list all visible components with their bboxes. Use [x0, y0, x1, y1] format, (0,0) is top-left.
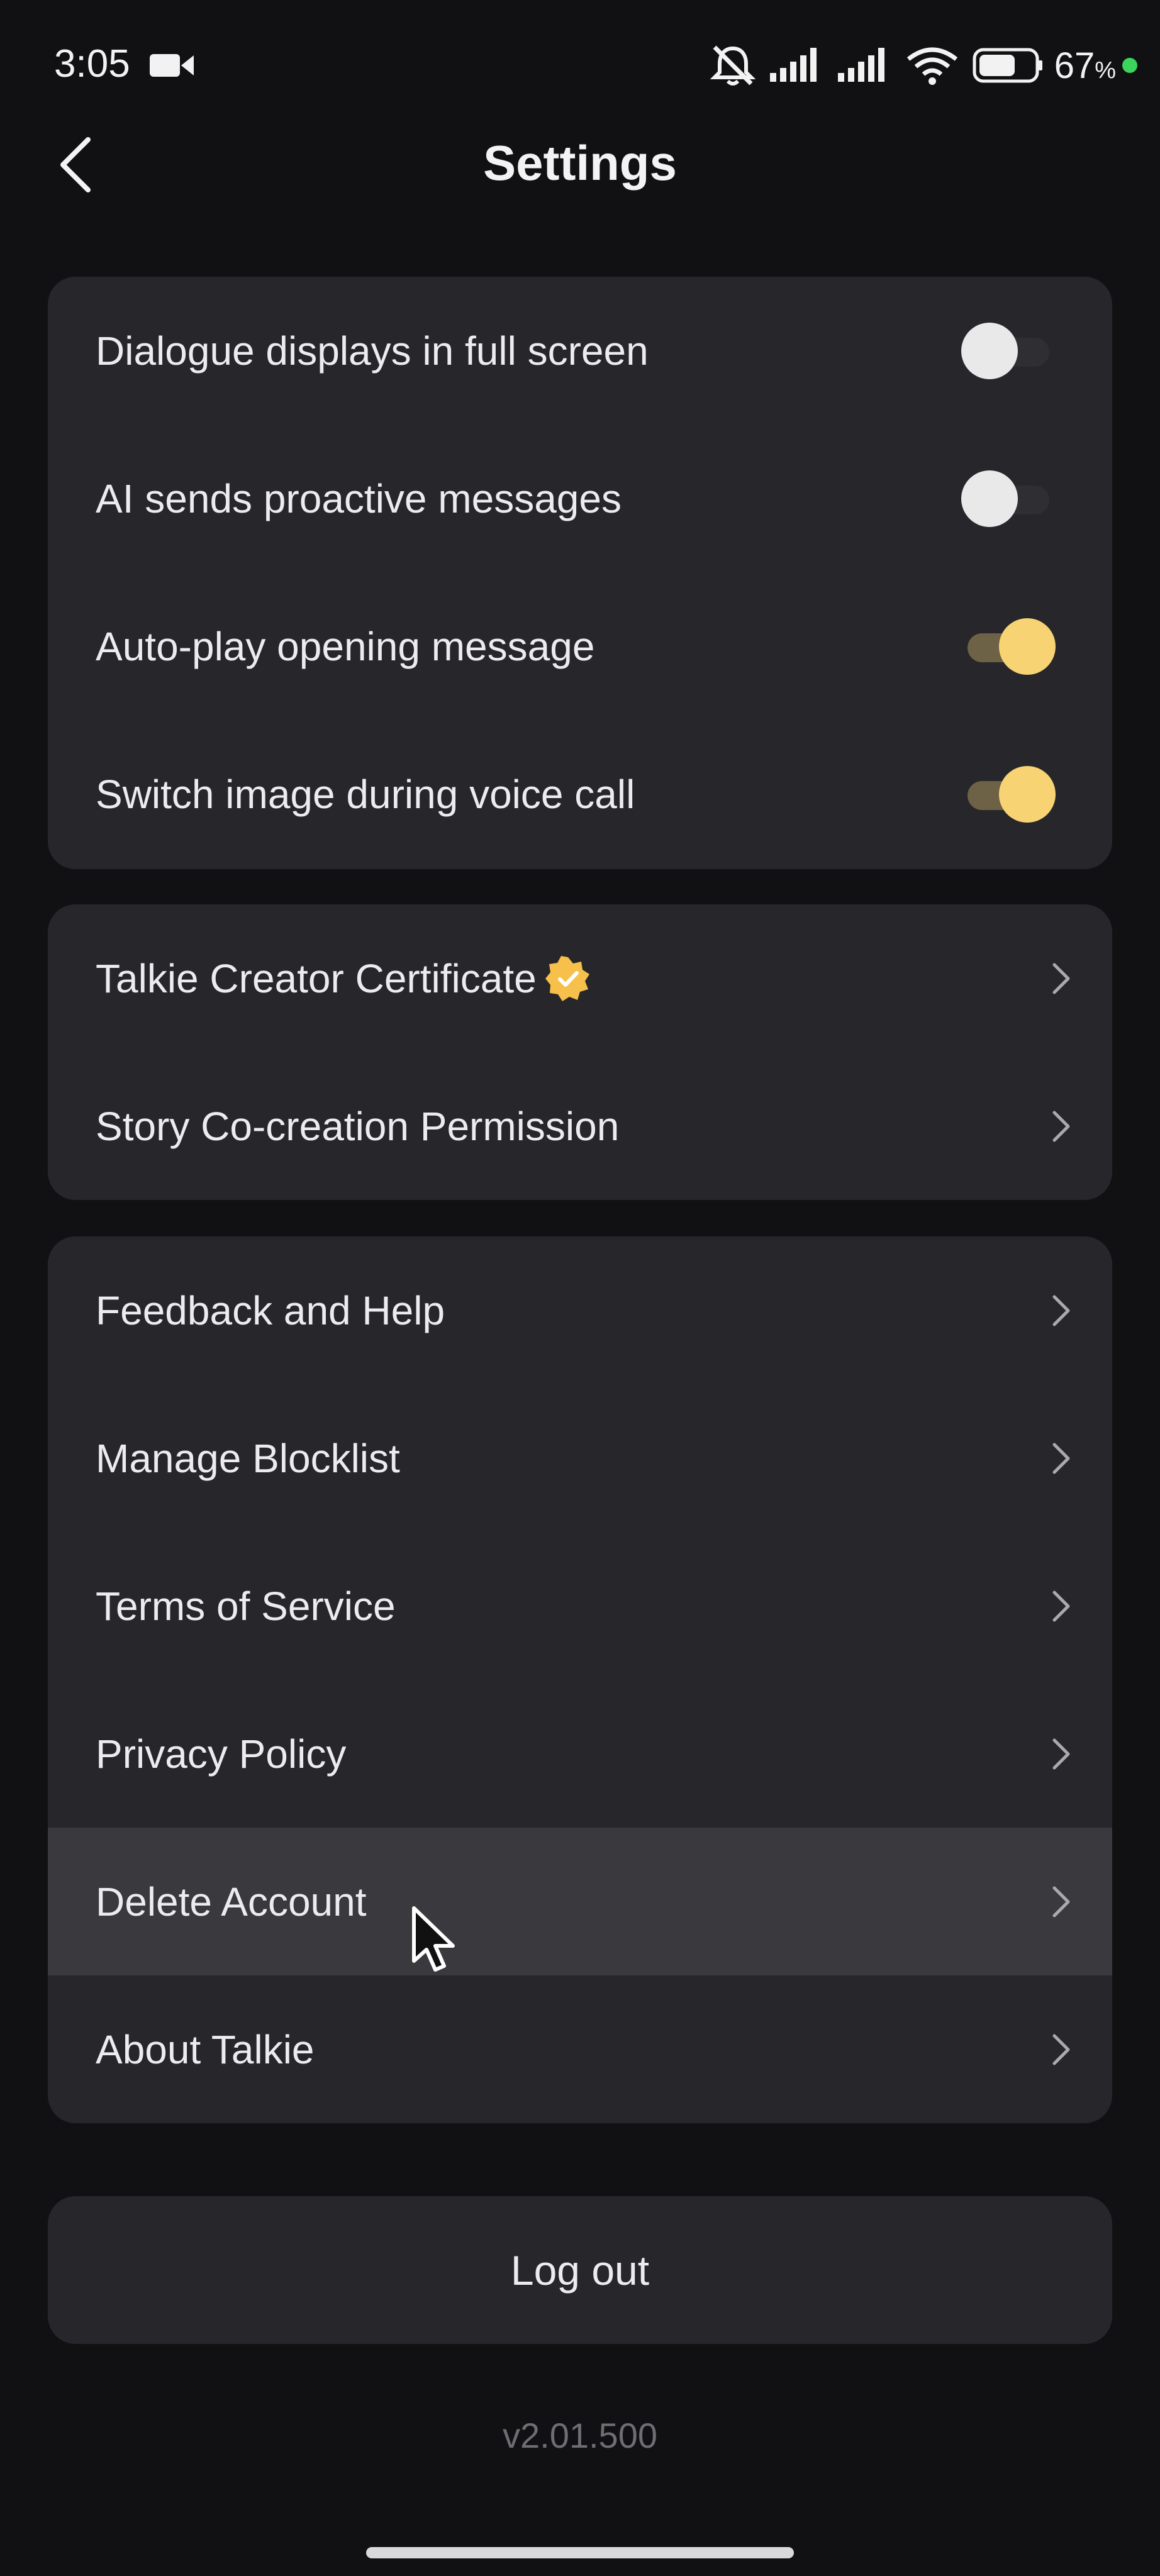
app-version: v2.01.500: [503, 2416, 657, 2455]
video-camera-icon: [150, 54, 194, 77]
menu-item-label: About Talkie: [96, 2026, 315, 2072]
header: Settings: [0, 126, 1160, 201]
signal-icon: [769, 48, 817, 82]
menu-item-creator-certificate[interactable]: Talkie Creator Certificate: [48, 904, 1112, 1052]
setting-label: AI sends proactive messages: [96, 475, 622, 521]
chevron-right-icon: [1052, 1295, 1070, 1326]
menu-item-delete-account[interactable]: Delete Account: [48, 1828, 1112, 1975]
status-time: 3:05: [54, 42, 130, 86]
support-card: Feedback and Help Manage Blocklist Terms…: [48, 1236, 1112, 2123]
menu-item-label: Terms of Service: [96, 1583, 396, 1629]
page-title: Settings: [483, 135, 677, 191]
setting-label: Switch image during voice call: [96, 771, 635, 817]
mouse-pointer-icon: [412, 1906, 455, 1972]
preferences-card: Dialogue displays in full screen AI send…: [48, 277, 1112, 869]
menu-item-manage-blocklist[interactable]: Manage Blocklist: [48, 1384, 1112, 1532]
setting-row-switch-image: Switch image during voice call: [48, 720, 1112, 868]
battery-icon: [973, 48, 1042, 83]
battery-percentage: 67%: [1054, 45, 1116, 86]
chevron-right-icon: [1052, 1738, 1070, 1769]
status-bar: 3:05 67%: [0, 0, 1160, 132]
status-icons: 67%: [696, 40, 1137, 91]
home-indicator[interactable]: [366, 2547, 794, 2558]
setting-label: Auto-play opening message: [96, 623, 595, 669]
menu-item-label: Talkie Creator Certificate: [96, 955, 591, 1002]
chevron-right-icon: [1052, 963, 1070, 994]
muted-bell-icon: [710, 45, 756, 86]
wifi-icon: [906, 47, 957, 85]
switch-image-toggle[interactable]: [961, 765, 1056, 823]
chevron-right-icon: [1052, 1111, 1070, 1141]
menu-item-privacy-policy[interactable]: Privacy Policy: [48, 1680, 1112, 1828]
menu-item-label: Manage Blocklist: [96, 1435, 400, 1481]
setting-row-autoplay-opening: Auto-play opening message: [48, 572, 1112, 720]
autoplay-opening-toggle[interactable]: [961, 618, 1056, 675]
setting-label: Dialogue displays in full screen: [96, 328, 649, 374]
menu-item-label: Privacy Policy: [96, 1731, 347, 1777]
setting-row-fullscreen-dialogue: Dialogue displays in full screen: [48, 277, 1112, 425]
verified-badge-icon: [545, 955, 589, 1001]
menu-item-about-talkie[interactable]: About Talkie: [48, 1975, 1112, 2123]
menu-item-cocreation-permission[interactable]: Story Co-creation Permission: [48, 1052, 1112, 1200]
creator-card: Talkie Creator Certificate Story Co-crea…: [48, 904, 1112, 1200]
charging-dot: [1122, 58, 1137, 73]
menu-item-label: Feedback and Help: [96, 1287, 445, 1333]
chevron-right-icon: [1052, 1443, 1070, 1474]
setting-row-proactive-messages: AI sends proactive messages: [48, 425, 1112, 572]
menu-item-label: Story Co-creation Permission: [96, 1103, 620, 1149]
logout-button[interactable]: Log out: [48, 2196, 1112, 2344]
menu-item-terms-of-service[interactable]: Terms of Service: [48, 1532, 1112, 1680]
signal-icon: [837, 48, 884, 82]
menu-item-feedback-help[interactable]: Feedback and Help: [48, 1236, 1112, 1384]
fullscreen-dialogue-toggle[interactable]: [961, 322, 1056, 379]
chevron-right-icon: [1052, 1886, 1070, 1917]
menu-item-label: Delete Account: [96, 1879, 367, 1924]
proactive-messages-toggle[interactable]: [961, 470, 1056, 527]
chevron-right-icon: [1052, 1591, 1070, 1621]
chevron-right-icon: [1052, 2034, 1070, 2065]
